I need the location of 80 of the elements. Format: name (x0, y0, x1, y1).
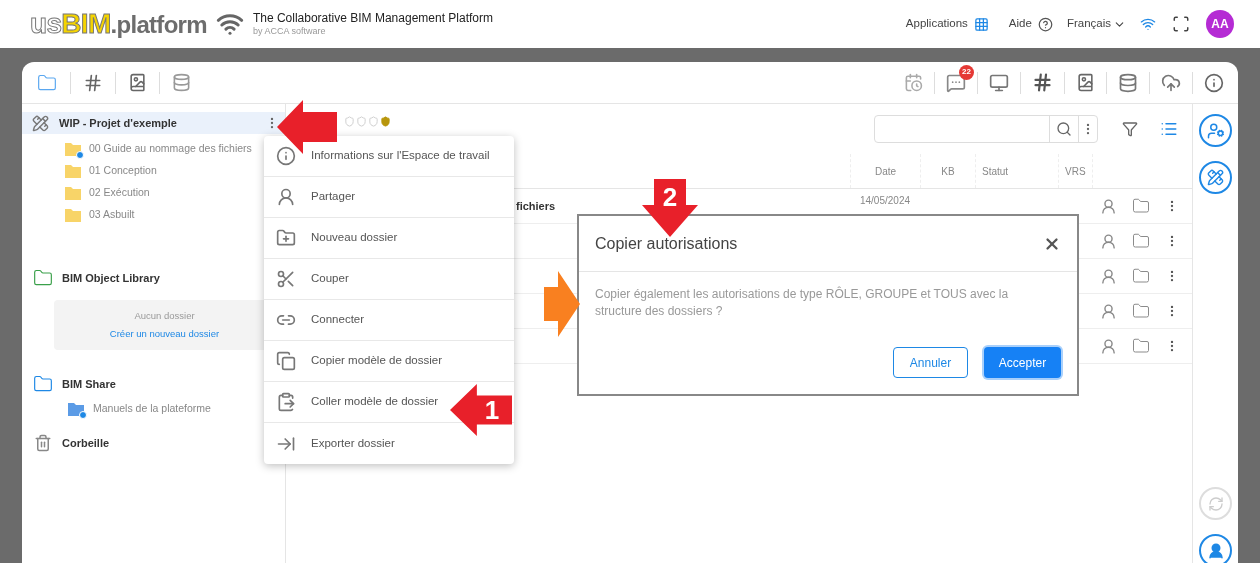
folder-icon[interactable] (1131, 337, 1151, 355)
user-gear-icon (1206, 121, 1225, 140)
column-header[interactable]: Statut (975, 154, 1058, 188)
library-folder-icon (32, 268, 54, 288)
workspace-name: WIP - Projet d'exemple (59, 115, 177, 131)
database-icon[interactable] (1118, 72, 1138, 93)
folder-item[interactable]: 02 Exécution (89, 185, 150, 201)
search-field[interactable] (874, 115, 1098, 143)
folder-icon[interactable] (1131, 197, 1151, 215)
file-name[interactable]: fichiers (516, 199, 556, 212)
share-button[interactable] (1199, 534, 1232, 563)
folder-icon[interactable] (1131, 267, 1151, 285)
hash-icon[interactable] (83, 72, 103, 93)
folder-icon[interactable] (1131, 232, 1151, 250)
connection-icon (1140, 16, 1156, 32)
new-folder-icon (276, 228, 296, 248)
folder-item[interactable]: 00 Guide au nommage des fichiers (89, 141, 252, 157)
user-settings-button[interactable] (1199, 114, 1232, 147)
folder-item[interactable]: 03 Asbuilt (89, 207, 135, 223)
hash-icon[interactable] (1032, 72, 1053, 93)
menu-item[interactable]: Connecter (264, 300, 514, 341)
workspace-item[interactable]: WIP - Projet d'exemple (22, 112, 285, 134)
gallery-icon[interactable] (1076, 73, 1095, 92)
empty-message: Aucun dossier (134, 308, 195, 323)
fullscreen-icon[interactable] (1172, 15, 1190, 33)
calendar-clock-icon[interactable] (904, 73, 923, 92)
section-title[interactable]: Corbeille (62, 434, 110, 452)
step-number: 2 (662, 184, 678, 210)
chat-icon[interactable] (946, 72, 966, 93)
share-folder-icon (32, 374, 54, 394)
scissors-icon (276, 269, 296, 289)
menu-item[interactable]: Copier modèle de dossier (264, 341, 514, 382)
step-number: 1 (484, 397, 500, 423)
byline: by ACCA software (252, 25, 327, 38)
logo: usBIM.platform (30, 10, 207, 38)
applications-button[interactable]: Applications (905, 15, 989, 33)
menu-item[interactable]: Partager (264, 177, 514, 218)
cancel-button[interactable]: Annuler (893, 347, 968, 378)
dialog-title: Copier autorisations (595, 233, 738, 254)
database-icon[interactable] (172, 73, 191, 92)
tools-icon (32, 114, 49, 132)
folder-icon[interactable] (1131, 302, 1151, 320)
table-cell-text: 14/05/2024 (859, 194, 911, 208)
paste-icon (276, 392, 296, 412)
user-avatar[interactable]: AA (1206, 10, 1234, 38)
notification-badge: 22 (959, 64, 974, 80)
search-icon[interactable] (1056, 121, 1072, 137)
sync-icon (1207, 495, 1224, 512)
info-icon (276, 146, 296, 166)
presentation-icon[interactable] (989, 72, 1009, 93)
section-title[interactable]: BIM Share (62, 375, 116, 393)
trash-icon (34, 434, 52, 452)
filter-icon[interactable] (1122, 121, 1138, 137)
column-header[interactable]: Date (850, 154, 920, 188)
info-icon[interactable] (1204, 72, 1224, 93)
grid-icon (973, 16, 989, 32)
user-icon (1206, 541, 1225, 560)
help-icon (1037, 16, 1053, 32)
tools-icon (1207, 169, 1224, 186)
menu-item[interactable]: Nouveau dossier (264, 218, 514, 259)
cloud-icon[interactable] (1161, 72, 1181, 93)
column-header[interactable]: KB (920, 154, 975, 188)
dialog-message: Copier également les autorisations de type RÔLE, GROUPE et TOUS avec la structure des dossiers ? (594, 285, 1010, 320)
security-shields-drawing (344, 115, 391, 127)
accept-button[interactable]: Accepter (984, 347, 1061, 378)
tools-settings-button[interactable] (1199, 161, 1232, 194)
column-header[interactable]: VRS (1058, 154, 1092, 188)
folder-item[interactable]: 01 Conception (89, 163, 157, 179)
copy-icon (276, 351, 296, 371)
tagline: The Collaborative BIM Management Platform (252, 10, 493, 26)
list-view-icon[interactable] (1160, 120, 1178, 138)
folder-icon[interactable] (36, 72, 58, 93)
gallery-icon[interactable] (128, 73, 147, 92)
language-dropdown[interactable]: Français (1066, 15, 1126, 33)
folder-item[interactable]: Manuels de la plateforme (93, 401, 211, 417)
menu-item[interactable]: Exporter dossier (264, 423, 514, 464)
section-title[interactable]: BIM Object Library (62, 269, 160, 287)
help-button[interactable]: Aide (1008, 15, 1053, 33)
create-folder-link[interactable]: Créer un nouveau dossier (109, 327, 220, 342)
menu-item[interactable]: Couper (264, 259, 514, 300)
